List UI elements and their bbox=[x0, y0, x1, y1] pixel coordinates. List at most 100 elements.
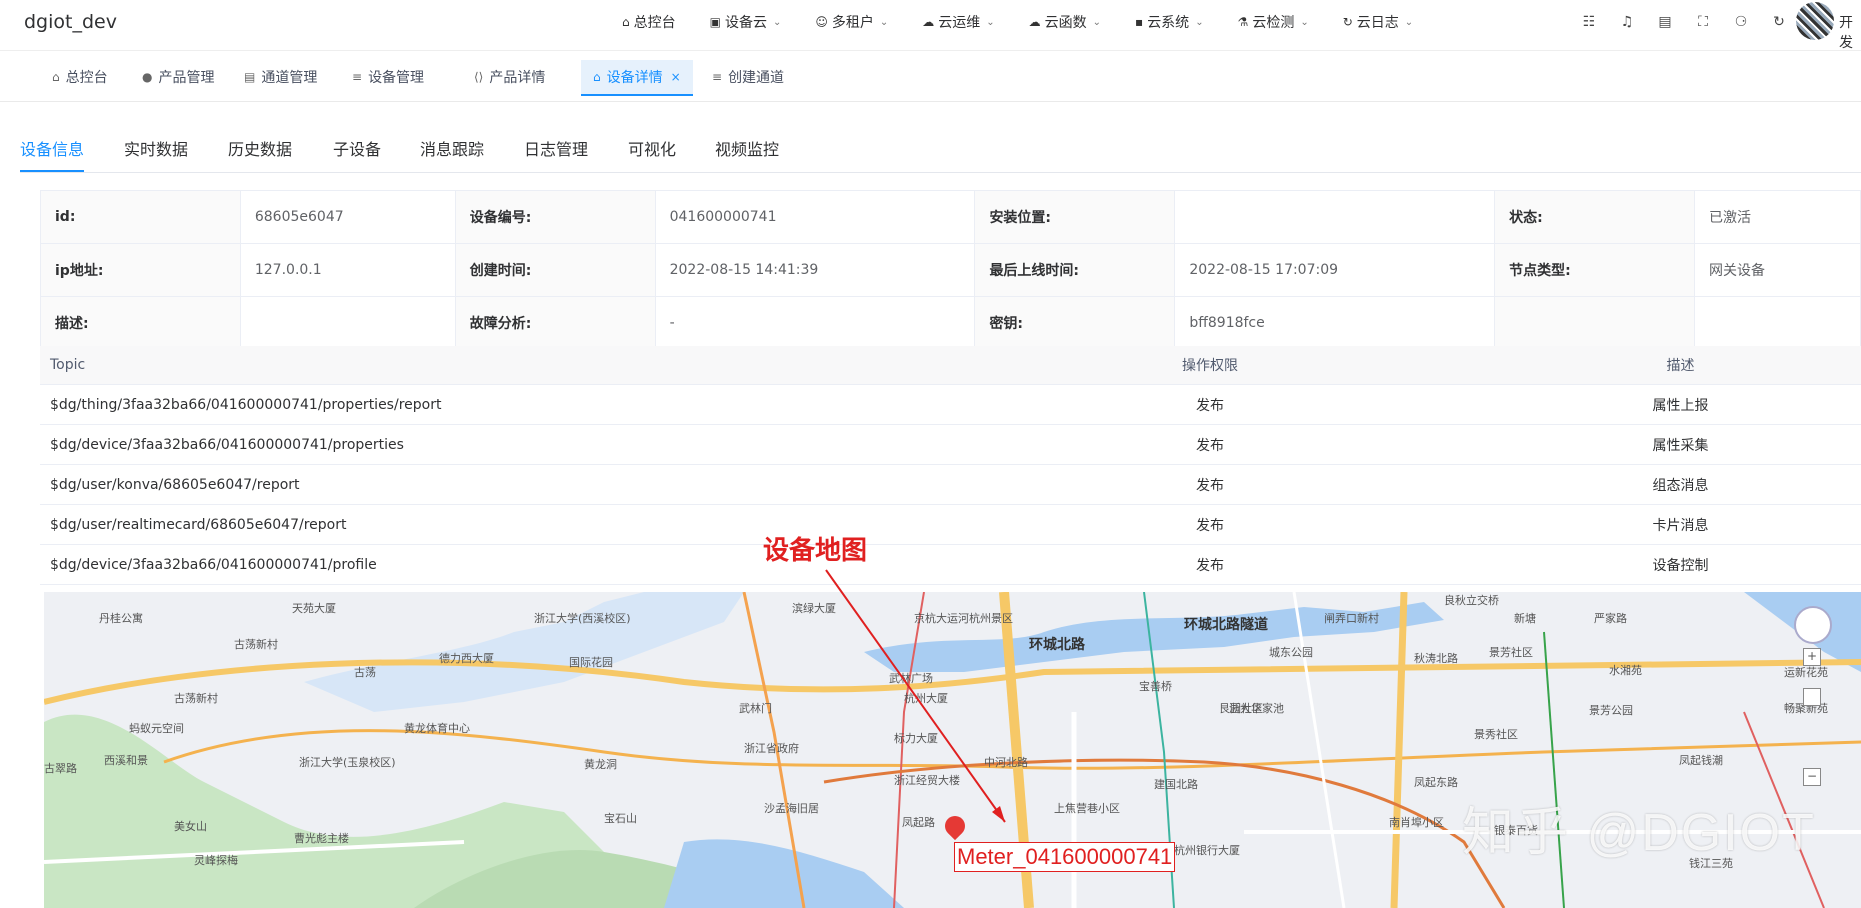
menu-item-0[interactable]: ⌂总控台 bbox=[622, 12, 676, 32]
tab-1[interactable]: 实时数据 bbox=[124, 136, 188, 160]
map-place-label: 古荡新村 bbox=[174, 690, 218, 706]
map-place-label: 宝石山 bbox=[604, 810, 637, 826]
map-place-label: 建国北路 bbox=[1154, 776, 1198, 792]
app-title[interactable]: dgiot_dev bbox=[24, 11, 117, 33]
watermark: 知乎 @DGIOT bbox=[1462, 790, 1816, 865]
top-navbar: dgiot_dev ⌂总控台▣设备云⌄☺多租户⌄☁云运维⌄☁云函数⌄▪云系统⌄⚗… bbox=[0, 0, 1861, 51]
map-place-label: 武林广场 bbox=[889, 670, 933, 686]
tab-5[interactable]: 日志管理 bbox=[524, 136, 588, 160]
tag-1[interactable]: ●产品管理 bbox=[130, 60, 226, 94]
detail-label: 描述: bbox=[41, 297, 241, 350]
menu-item-6[interactable]: ⚗云检测⌄ bbox=[1238, 12, 1309, 32]
detail-value bbox=[1175, 191, 1495, 244]
map-marker-label[interactable]: Meter_041600000741 bbox=[954, 842, 1175, 872]
tab-0[interactable]: 设备信息 bbox=[20, 136, 84, 160]
menu-item-label: 设备云 bbox=[725, 12, 767, 32]
document-icon[interactable]: ▤ bbox=[1656, 13, 1674, 31]
tag-6[interactable]: ≡创建通道 bbox=[700, 60, 796, 94]
zoom-out-button[interactable]: − bbox=[1803, 768, 1821, 786]
tag-3[interactable]: ≡ 设备管理 bbox=[340, 60, 436, 94]
tag-5[interactable]: ⌂设备详情× bbox=[581, 60, 693, 96]
map-place-label: 德力西大厦 bbox=[439, 650, 494, 666]
translate-icon[interactable]: ⚆ bbox=[1732, 13, 1750, 31]
topic-cell: 发布 bbox=[920, 425, 1500, 465]
topic-cell: 发布 bbox=[920, 385, 1500, 425]
detail-value: 127.0.0.1 bbox=[240, 244, 455, 297]
map-place-label: 黄龙洞 bbox=[584, 756, 617, 772]
map-place-label: 标力大厦 bbox=[894, 730, 938, 746]
tab-7[interactable]: 视频监控 bbox=[715, 136, 779, 160]
refresh-icon[interactable]: ↻ bbox=[1770, 13, 1788, 31]
topic-cell: $dg/device/3faa32ba66/041600000741/prope… bbox=[40, 425, 920, 465]
map-place-label: 宝善桥 bbox=[1139, 678, 1172, 694]
topic-cell: 属性上报 bbox=[1500, 385, 1861, 425]
compass-icon[interactable] bbox=[1794, 606, 1832, 644]
map-place-label: 凤起东路 bbox=[1414, 774, 1458, 790]
map-place-label: 运新花苑 bbox=[1784, 664, 1828, 680]
menu-item-label: 云检测 bbox=[1252, 12, 1294, 32]
chevron-down-icon: ⌄ bbox=[880, 17, 888, 28]
tag-label: 总控台 bbox=[66, 67, 108, 87]
code-icon: ⟨⟩ bbox=[474, 70, 483, 84]
table-row: $dg/thing/3faa32ba66/041600000741/proper… bbox=[40, 385, 1861, 425]
user-name[interactable]: 开发 bbox=[1839, 12, 1861, 52]
detail-value: 已激活 bbox=[1695, 191, 1861, 244]
map-place-label: 景芳公园 bbox=[1589, 702, 1633, 718]
bell-icon[interactable]: ♫ bbox=[1618, 13, 1636, 31]
map-place-label: 丹桂公寓 bbox=[99, 610, 143, 626]
map-place-label: 古翠路 bbox=[44, 760, 77, 776]
tab-6[interactable]: 可视化 bbox=[628, 136, 676, 160]
map-place-label: 浙江省政府 bbox=[744, 740, 799, 756]
channel-icon: ▤ bbox=[244, 70, 255, 84]
tag-2[interactable]: ▤ 通道管理 bbox=[232, 60, 329, 94]
system-icon: ▪ bbox=[1135, 15, 1143, 29]
main-menu: ⌂总控台▣设备云⌄☺多租户⌄☁云运维⌄☁云函数⌄▪云系统⌄⚗云检测⌄↻云日志⌄ bbox=[622, 0, 1447, 44]
tag-0[interactable]: ⌂总控台 bbox=[40, 60, 120, 94]
zoom-in-button[interactable]: + bbox=[1803, 648, 1821, 666]
detail-label bbox=[1495, 297, 1695, 350]
list-icon: ≡ bbox=[352, 70, 362, 84]
tag-label: 设备管理 bbox=[368, 67, 424, 87]
map-place-label: 上焦营巷小区 bbox=[1054, 800, 1120, 816]
avatar[interactable] bbox=[1796, 2, 1834, 40]
menu-item-label: 多租户 bbox=[832, 12, 874, 32]
map-place-label: 环城北路隧道 bbox=[1184, 614, 1268, 634]
list-icon: ≡ bbox=[712, 70, 722, 84]
detail-label: ip地址: bbox=[41, 244, 241, 297]
map-place-label: 新塘 bbox=[1514, 610, 1536, 626]
detail-row: id:68605e6047设备编号:041600000741安装位置:状态:已激… bbox=[41, 191, 1861, 244]
map-place-label: 美女山 bbox=[174, 818, 207, 834]
tree-icon[interactable]: ☷ bbox=[1580, 13, 1598, 31]
map-place-label: 古荡 bbox=[354, 664, 376, 680]
topic-cell: $dg/thing/3faa32ba66/041600000741/proper… bbox=[40, 385, 920, 425]
menu-item-1[interactable]: ▣设备云⌄ bbox=[710, 12, 782, 32]
map-place-label: 古荡新村 bbox=[234, 636, 278, 652]
map-place-label: 浙江经贸大楼 bbox=[894, 772, 960, 788]
menu-item-5[interactable]: ▪云系统⌄ bbox=[1135, 12, 1204, 32]
menu-item-2[interactable]: ☺多租户⌄ bbox=[815, 12, 888, 32]
tags-view: ⌂总控台 ●产品管理 ▤ 通道管理 ≡ 设备管理 ⟨⟩产品详情 ⌂设备详情×≡创建通道 bbox=[0, 51, 1861, 102]
menu-item-3[interactable]: ☁云运维⌄ bbox=[922, 12, 994, 32]
tab-2[interactable]: 历史数据 bbox=[228, 136, 292, 160]
detail-value: 网关设备 bbox=[1695, 244, 1861, 297]
fullscreen-icon[interactable]: ⛶ bbox=[1694, 13, 1712, 31]
map-place-label: 良秋立交桥 bbox=[1444, 592, 1499, 608]
tab-4[interactable]: 消息跟踪 bbox=[420, 136, 484, 160]
detail-value bbox=[1695, 297, 1861, 350]
tag-4[interactable]: ⟨⟩产品详情 bbox=[462, 60, 557, 94]
close-icon[interactable]: × bbox=[671, 70, 681, 84]
tab-3[interactable]: 子设备 bbox=[333, 136, 381, 160]
detail-row: 描述:故障分析:-密钥:bff8918fce bbox=[41, 297, 1861, 350]
topic-table: Topic操作权限描述$dg/thing/3faa32ba66/04160000… bbox=[40, 346, 1861, 585]
menu-item-7[interactable]: ↻云日志⌄ bbox=[1343, 12, 1413, 32]
map-place-label: 浙江大学(西溪校区) bbox=[534, 610, 631, 626]
tag-label: 产品管理 bbox=[158, 67, 214, 87]
detail-value: 2022-08-15 17:07:09 bbox=[1175, 244, 1495, 297]
menu-item-4[interactable]: ☁云函数⌄ bbox=[1029, 12, 1101, 32]
map-place-label: 西溪和景 bbox=[104, 752, 148, 768]
chevron-down-icon: ⌄ bbox=[773, 17, 781, 28]
tag-label: 通道管理 bbox=[261, 67, 317, 87]
zoom-slider[interactable] bbox=[1803, 688, 1821, 706]
map-place-label: 沙孟海旧居 bbox=[764, 800, 819, 816]
detail-label: 最后上线时间: bbox=[975, 244, 1175, 297]
